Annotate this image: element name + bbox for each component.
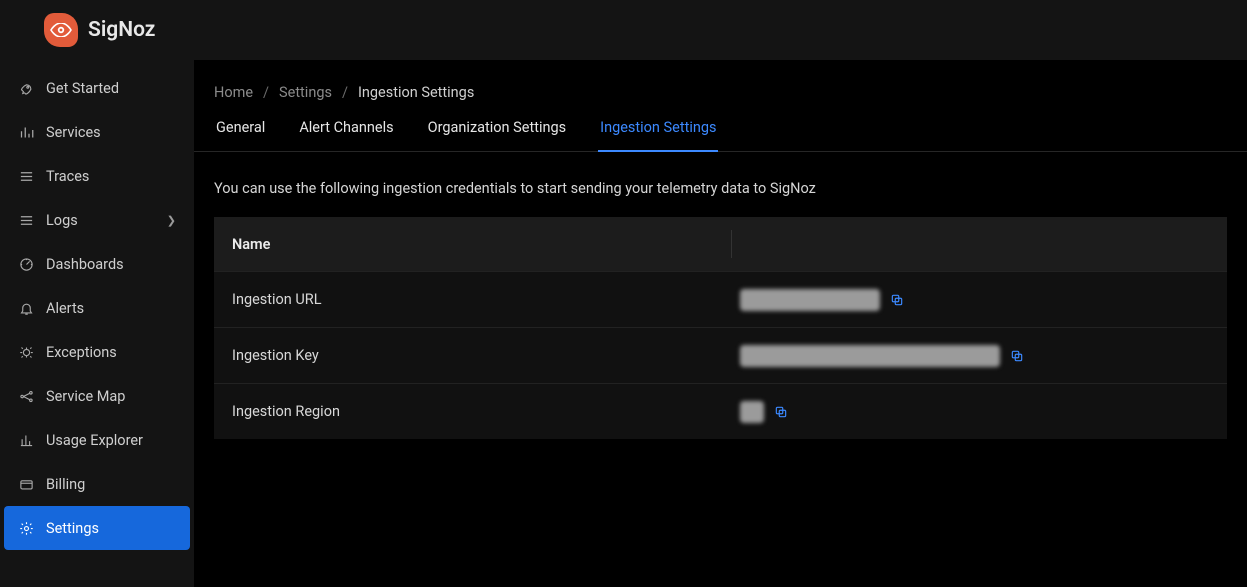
sidebar-item-service-map[interactable]: Service Map — [0, 374, 194, 418]
sidebar: Get Started Services Traces Logs ❯ — [0, 60, 194, 587]
sidebar-item-label: Alerts — [46, 300, 176, 317]
tab-organization-settings[interactable]: Organization Settings — [426, 119, 569, 152]
sidebar-item-billing[interactable]: Billing — [0, 462, 194, 506]
sidebar-item-label: Logs — [46, 212, 155, 229]
sidebar-item-services[interactable]: Services — [0, 110, 194, 154]
sidebar-item-logs[interactable]: Logs ❯ — [0, 198, 194, 242]
bug-icon — [18, 344, 34, 360]
dashboard-icon — [18, 256, 34, 272]
app-root: SigNoz Get Started Services T — [0, 0, 1247, 587]
row-value — [732, 401, 1227, 423]
sidebar-item-label: Service Map — [46, 388, 176, 405]
sidebar-item-alerts[interactable]: Alerts — [0, 286, 194, 330]
redacted-value — [740, 401, 764, 423]
copy-button[interactable] — [888, 291, 906, 309]
tab-general[interactable]: General — [214, 119, 267, 152]
menu-icon — [18, 212, 34, 228]
breadcrumb-separator: / — [342, 84, 348, 101]
sidebar-item-label: Services — [46, 124, 176, 141]
copy-button[interactable] — [1008, 347, 1026, 365]
credentials-table: Name Ingestion URL Ingestion Key — [214, 217, 1227, 439]
row-label: Ingestion Region — [214, 403, 732, 420]
redacted-value — [740, 345, 1000, 367]
chart-icon — [18, 432, 34, 448]
sidebar-item-traces[interactable]: Traces — [0, 154, 194, 198]
main-content: Home / Settings / Ingestion Settings Gen… — [194, 60, 1247, 587]
brand-name: SigNoz — [88, 18, 155, 42]
body: Get Started Services Traces Logs ❯ — [0, 60, 1247, 587]
breadcrumb-separator: / — [263, 84, 269, 101]
sidebar-item-label: Usage Explorer — [46, 432, 176, 449]
row-value — [732, 345, 1227, 367]
sidebar-item-label: Billing — [46, 476, 176, 493]
page-description: You can use the following ingestion cred… — [194, 152, 1247, 217]
rocket-icon — [18, 80, 34, 96]
column-header-name: Name — [214, 230, 732, 258]
menu-icon — [18, 168, 34, 184]
map-icon — [18, 388, 34, 404]
row-label: Ingestion URL — [214, 291, 732, 308]
sidebar-item-get-started[interactable]: Get Started — [0, 66, 194, 110]
sidebar-item-label: Settings — [46, 520, 176, 537]
sidebar-item-label: Traces — [46, 168, 176, 185]
table-header: Name — [214, 217, 1227, 271]
sidebar-item-settings[interactable]: Settings — [4, 506, 190, 550]
sidebar-item-exceptions[interactable]: Exceptions — [0, 330, 194, 374]
eye-icon — [44, 13, 78, 47]
card-icon — [18, 476, 34, 492]
topbar: SigNoz — [0, 0, 1247, 60]
gear-icon — [18, 520, 34, 536]
chevron-right-icon: ❯ — [167, 214, 176, 227]
sidebar-item-usage-explorer[interactable]: Usage Explorer — [0, 418, 194, 462]
breadcrumb: Home / Settings / Ingestion Settings — [194, 78, 1247, 119]
tab-alert-channels[interactable]: Alert Channels — [297, 119, 395, 152]
copy-button[interactable] — [772, 403, 790, 421]
sidebar-item-label: Exceptions — [46, 344, 176, 361]
tabs: General Alert Channels Organization Sett… — [194, 119, 1247, 152]
breadcrumb-item-home[interactable]: Home — [214, 84, 253, 101]
breadcrumb-item-settings[interactable]: Settings — [279, 84, 332, 101]
table-row: Ingestion Key — [214, 327, 1227, 383]
row-value — [732, 289, 1227, 311]
breadcrumb-item-current: Ingestion Settings — [358, 84, 474, 101]
sidebar-item-label: Dashboards — [46, 256, 176, 273]
sidebar-item-dashboards[interactable]: Dashboards — [0, 242, 194, 286]
table-row: Ingestion URL — [214, 271, 1227, 327]
redacted-value — [740, 289, 880, 311]
bars-icon — [18, 124, 34, 140]
table-row: Ingestion Region — [214, 383, 1227, 439]
row-label: Ingestion Key — [214, 347, 732, 364]
tab-ingestion-settings[interactable]: Ingestion Settings — [598, 119, 718, 152]
sidebar-item-label: Get Started — [46, 80, 176, 97]
brand-logo[interactable]: SigNoz — [44, 13, 155, 47]
bell-icon — [18, 300, 34, 316]
